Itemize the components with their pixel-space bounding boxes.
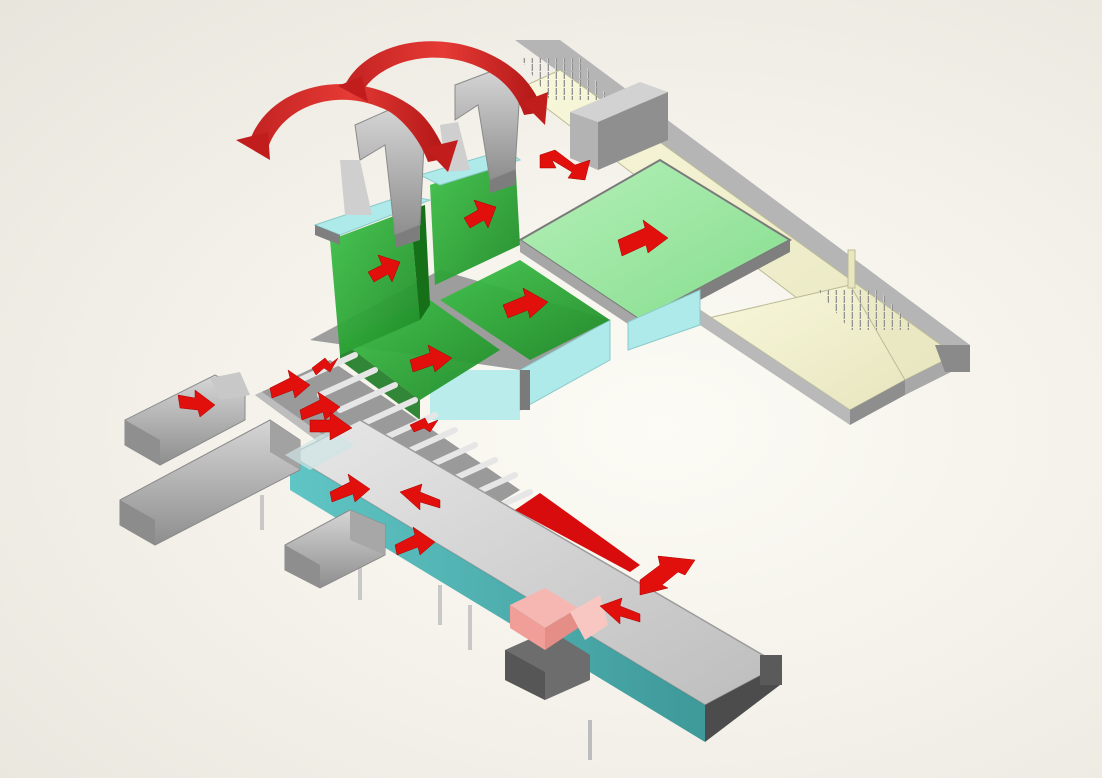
machine-illustration <box>0 0 1102 778</box>
belt-conveyor <box>260 419 782 760</box>
hopper-bottom <box>284 509 386 589</box>
packaging-machine-isometric <box>119 40 970 760</box>
curved-arrow-icon <box>236 83 458 172</box>
double-arrow-icon <box>639 555 696 596</box>
